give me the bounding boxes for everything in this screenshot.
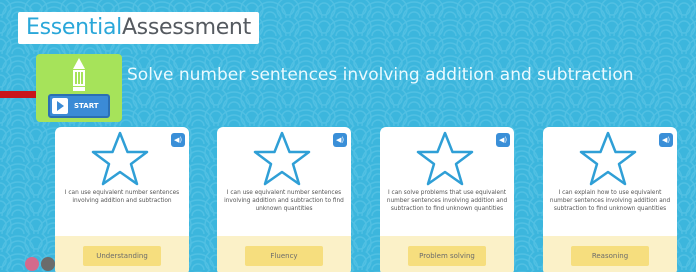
speaker-icon[interactable]: ◀) <box>496 133 510 147</box>
speaker-icon[interactable]: ◀) <box>333 133 347 147</box>
skill-button-reasoning[interactable]: Reasoning <box>571 246 649 266</box>
star-icon <box>416 131 474 186</box>
decorative-dots <box>25 257 55 271</box>
skill-card-reasoning: ◀) I can explain how to use equivalent n… <box>543 127 677 272</box>
speaker-icon[interactable]: ◀) <box>171 133 185 147</box>
card-statement: I can use equivalent number sentences in… <box>224 190 344 212</box>
play-icon <box>52 98 68 114</box>
skill-button-problem-solving[interactable]: Problem solving <box>408 246 486 266</box>
skill-card-fluency: ◀) I can use equivalent number sentences… <box>217 127 351 272</box>
card-statement: I can explain how to use equivalent numb… <box>549 190 671 212</box>
logo-text-assessment: Assessment <box>121 15 251 40</box>
pencil-icon <box>73 58 85 91</box>
skill-button-understanding[interactable]: Understanding <box>83 246 161 266</box>
activity-tile[interactable]: START <box>36 54 122 122</box>
start-button-label: START <box>74 102 99 110</box>
logo-text-essential: Essential <box>26 15 122 40</box>
app-logo: EssentialAssessment <box>18 12 259 44</box>
skill-card-problem-solving: ◀) I can solve problems that use equival… <box>380 127 514 272</box>
skill-card-understanding: ◀) I can use equivalent number sentences… <box>55 127 189 272</box>
star-icon <box>91 131 149 186</box>
skill-button-fluency[interactable]: Fluency <box>245 246 323 266</box>
star-icon <box>579 131 637 186</box>
card-statement: I can solve problems that use equivalent… <box>386 190 508 212</box>
card-statement: I can use equivalent number sentences in… <box>64 190 180 204</box>
start-button[interactable]: START <box>48 94 110 118</box>
speaker-icon[interactable]: ◀) <box>659 133 673 147</box>
activity-title: Solve number sentences involving additio… <box>127 65 634 85</box>
star-icon <box>253 131 311 186</box>
